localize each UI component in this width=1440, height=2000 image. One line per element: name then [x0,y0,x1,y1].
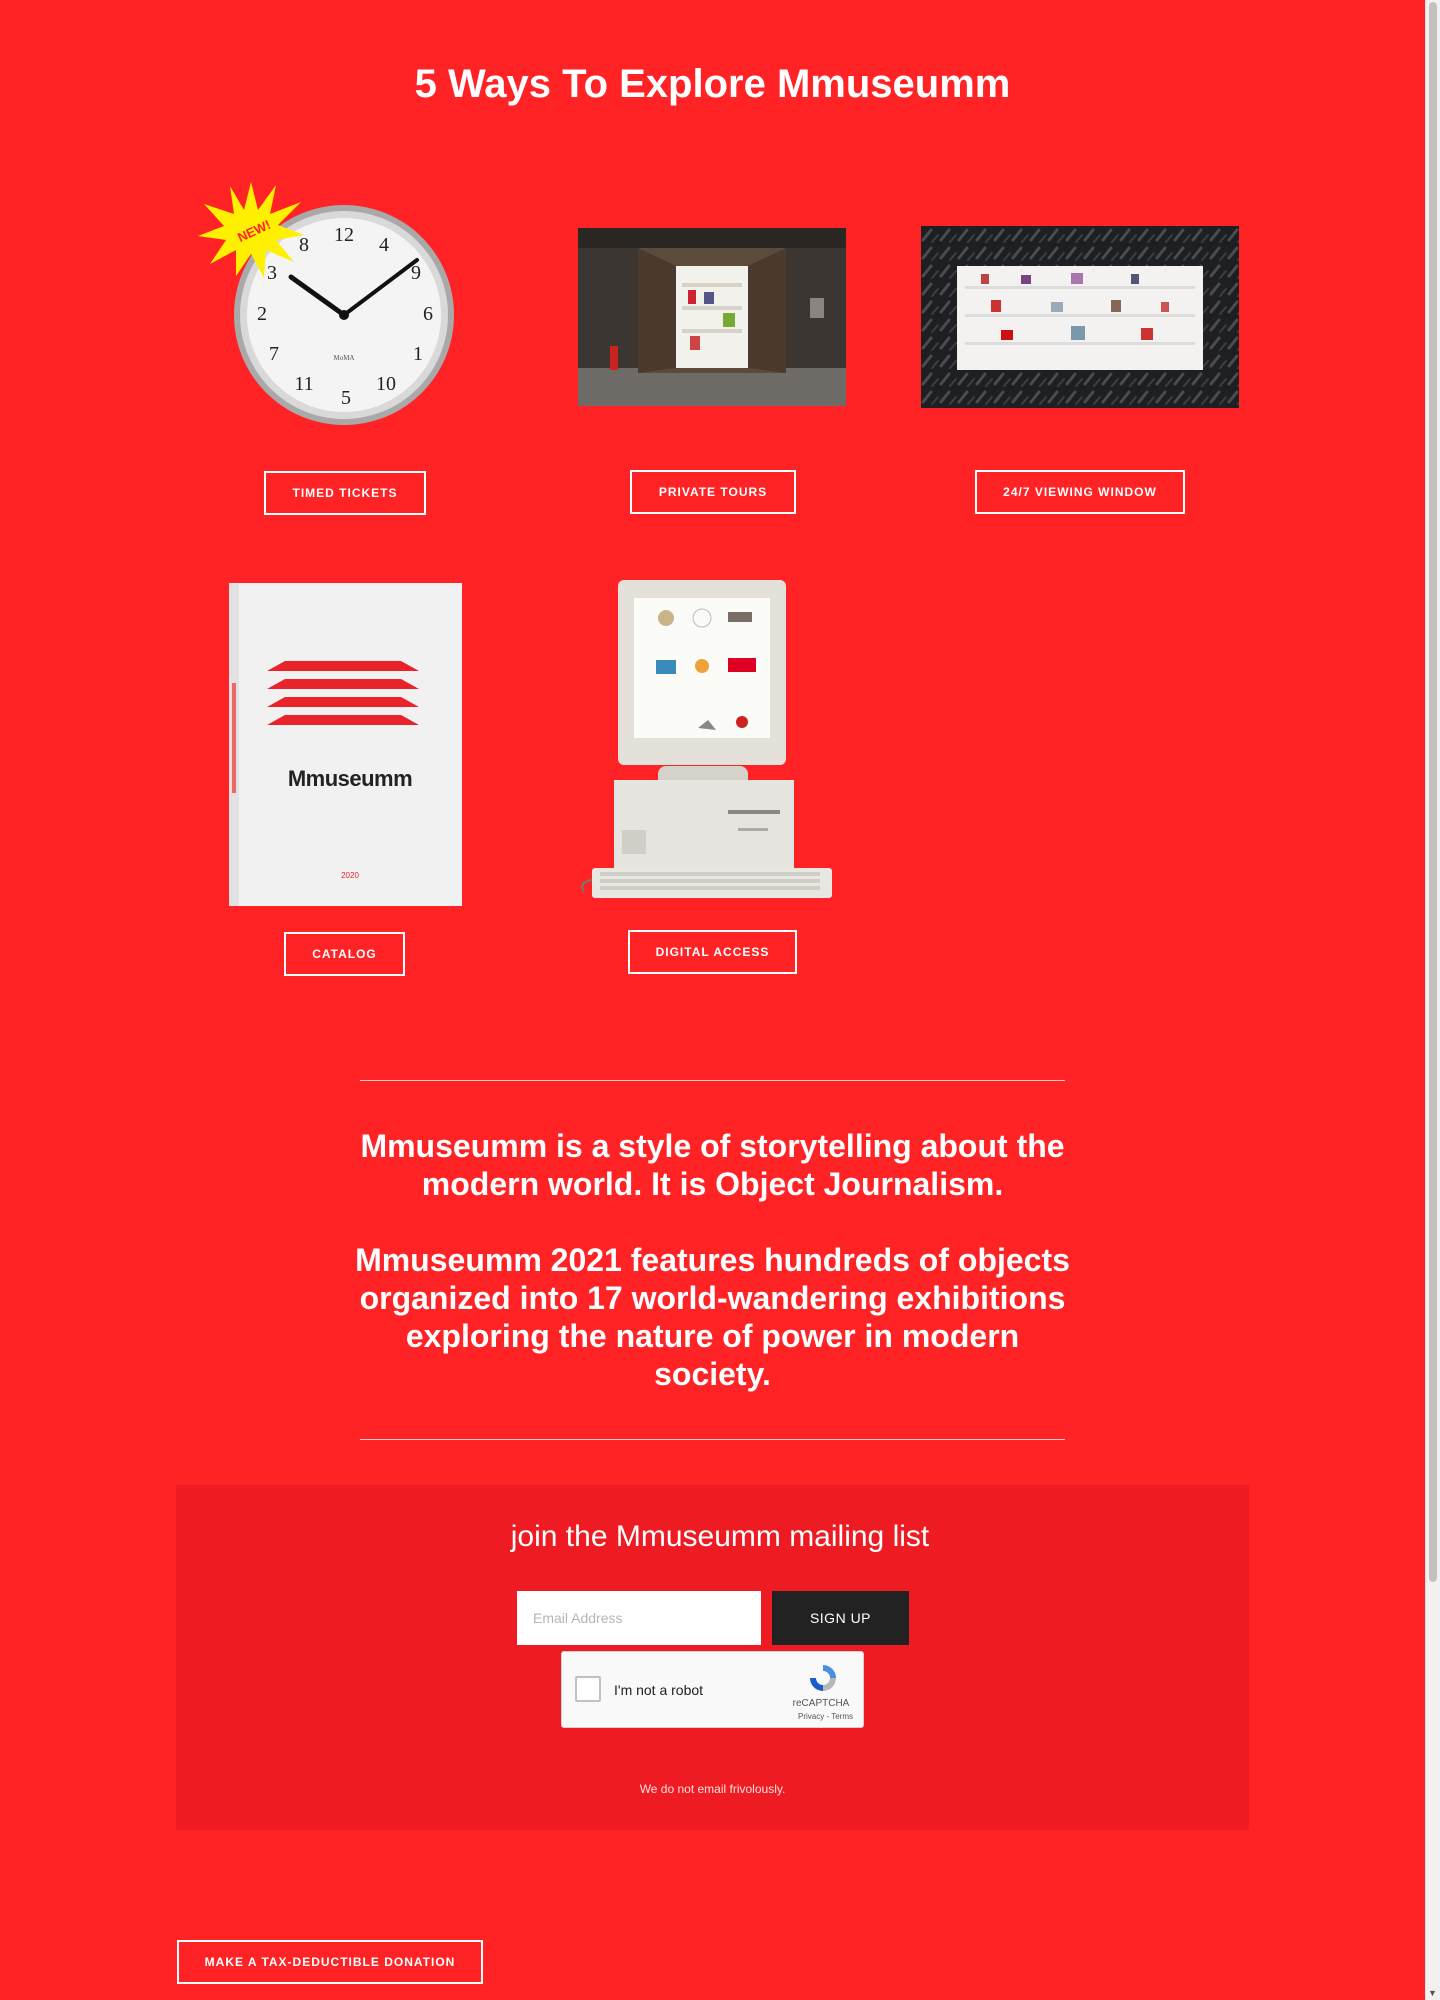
page-scrollbar[interactable]: ▼ [1425,0,1440,2000]
recaptcha-brand: reCAPTCHA [792,1698,850,1709]
top-divider [360,1080,1065,1081]
private-tours-image[interactable] [578,228,846,406]
svg-text:2: 2 [257,303,267,325]
clock-image[interactable]: 12 4 9 6 1 10 5 11 7 2 3 8 MoMA NEW! [196,180,461,430]
svg-text:12: 12 [334,224,354,246]
recaptcha-logo-icon [810,1665,836,1691]
donation-button[interactable]: MAKE A TAX-DEDUCTIBLE DONATION [177,1940,483,1984]
mailing-disclaimer: We do not email frivolously. [639,1782,786,1796]
svg-text:10: 10 [376,373,396,395]
signup-button[interactable]: SIGN UP [772,1591,909,1645]
computer-image[interactable] [578,580,848,908]
scroll-down-arrow-icon[interactable]: ▼ [1428,1989,1437,1998]
page-title: 5 Ways To Explore Mmuseumm [414,62,1011,106]
svg-text:1: 1 [413,343,423,365]
recaptcha-widget: I'm not a robot reCAPTCHA Privacy - Term… [561,1651,864,1728]
svg-text:MoMA: MoMA [333,354,354,362]
recaptcha-label: I'm not a robot [614,1682,704,1698]
catalog-button[interactable]: CATALOG [284,932,405,976]
svg-text:6: 6 [423,303,433,325]
catalog-book-year: 2020 [341,871,359,880]
digital-access-button[interactable]: DIGITAL ACCESS [628,930,797,974]
recaptcha-checkbox[interactable] [575,1676,601,1702]
svg-text:7: 7 [269,343,279,365]
recaptcha-terms-link[interactable]: Privacy - Terms [798,1712,853,1721]
private-tours-button[interactable]: PRIVATE TOURS [630,470,796,514]
catalog-book-title: Mmuseumm [287,766,413,791]
scrollbar-thumb[interactable] [1429,2,1437,1582]
viewing-window-image[interactable] [921,226,1239,408]
blurb-paragraph-2: Mmuseumm 2021 features hundreds of objec… [355,1242,1070,1392]
viewing-window-button[interactable]: 24/7 VIEWING WINDOW [975,470,1185,514]
email-field[interactable] [517,1591,761,1645]
timed-tickets-button[interactable]: TIMED TICKETS [264,471,426,515]
blurb-paragraph-1: Mmuseumm is a style of storytelling abou… [360,1128,1065,1202]
svg-text:11: 11 [294,373,313,395]
catalog-image[interactable]: Mmuseumm 2020 [229,583,462,906]
new-badge-icon: NEW! [198,182,304,278]
mailing-list-heading: join the Mmuseumm mailing list [510,1520,930,1553]
bottom-divider [360,1439,1065,1440]
svg-text:4: 4 [379,234,389,256]
svg-text:5: 5 [341,387,351,409]
